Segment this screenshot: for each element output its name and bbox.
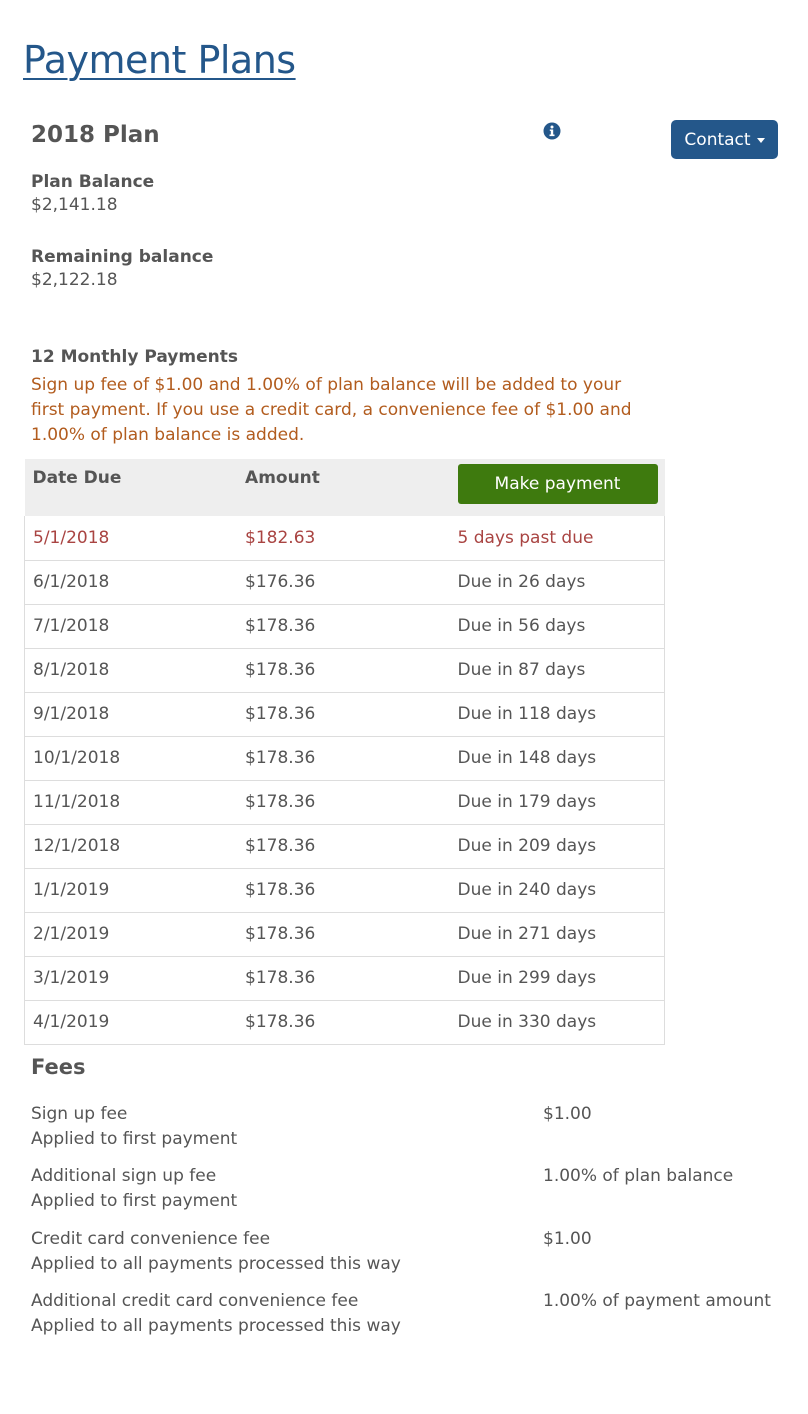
cell-date: 5/1/2018 [33, 527, 110, 548]
cell-date: 3/1/2019 [24, 955, 238, 1000]
cell-date: 8/1/2018 [24, 647, 238, 692]
remaining-balance-value: $2,122.18 [31, 270, 118, 290]
cell-amount: $178.36 [237, 955, 450, 1000]
cell-status: Due in 299 days [449, 955, 665, 1000]
table-row: 1/1/2019 $178.36 Due in 240 days [24, 867, 665, 912]
remaining-balance-label: Remaining balance [31, 247, 214, 267]
header-action: Make payment [450, 459, 665, 516]
cell-date: 12/1/2018 [24, 823, 238, 868]
fee-row: Sign up fee Applied to first payment $1.00 [31, 1102, 791, 1152]
table-row: 12/1/2018 $178.36 Due in 209 days [24, 823, 665, 868]
fee-name: Sign up fee [31, 1104, 128, 1124]
cell-date: 6/1/2018 [24, 559, 238, 604]
cell-amount: $176.36 [237, 559, 450, 604]
cell-status: Due in 148 days [449, 735, 665, 780]
cell-date: 9/1/2018 [24, 691, 238, 736]
fee-amount: 1.00% of payment amount [543, 1291, 771, 1311]
page-title[interactable]: Payment Plans [23, 38, 296, 82]
table-row: 8/1/2018 $178.36 Due in 87 days [24, 647, 665, 692]
fee-name: Credit card convenience fee [31, 1229, 271, 1249]
table-row: 9/1/2018 $178.36 Due in 118 days [24, 691, 665, 736]
contact-button[interactable]: Contact [671, 120, 778, 159]
cell-date: 11/1/2018 [24, 779, 238, 824]
fee-amount: $1.00 [543, 1104, 592, 1124]
cell-amount: $178.36 [237, 647, 450, 692]
header-date-due: Date Due [32, 468, 122, 488]
cell-status: 5 days past due [457, 527, 594, 548]
cell-amount: $178.36 [237, 779, 450, 824]
cell-date: 2/1/2019 [24, 911, 238, 956]
cell-amount: $178.36 [237, 735, 450, 780]
fee-note: Applied to all payments processed this w… [31, 1316, 401, 1336]
cell-status: Due in 118 days [449, 691, 665, 736]
fee-note: Applied to first payment [31, 1191, 238, 1211]
table-row: 5/1/2018 $182.63 5 days past due [24, 516, 665, 560]
table-row: 10/1/2018 $178.36 Due in 148 days [24, 735, 665, 780]
make-payment-button[interactable]: Make payment [457, 464, 658, 504]
fee-row: Additional sign up fee Applied to first p… [31, 1164, 791, 1214]
cell-status: Due in 209 days [449, 823, 665, 868]
table-row: 11/1/2018 $178.36 Due in 179 days [24, 779, 665, 824]
fee-row: Credit card convenience fee Applied to al… [31, 1227, 791, 1277]
cell-status: Due in 271 days [449, 911, 665, 956]
fee-note: Applied to first payment [31, 1129, 238, 1149]
cell-status: Due in 330 days [449, 999, 665, 1044]
schedule-body: 5/1/2018 $182.63 5 days past due 6/1/2018 $1… [24, 516, 665, 1044]
plan-balance-label: Plan Balance [31, 172, 155, 192]
table-row: 4/1/2019 $178.36 Due in 330 days [24, 999, 665, 1044]
cell-amount: $178.36 [237, 691, 450, 736]
cell-date: 1/1/2019 [24, 867, 238, 912]
cell-status: Due in 56 days [449, 603, 665, 648]
caret-down-icon [756, 138, 765, 143]
cell-amount: $182.63 [245, 527, 316, 548]
table-row: 7/1/2018 $178.36 Due in 56 days [24, 603, 665, 648]
cell-date: 10/1/2018 [24, 735, 238, 780]
cell-status: Due in 26 days [449, 559, 665, 604]
remaining-balance: Remaining balance $2,122.18 [31, 247, 213, 290]
fee-amount: $1.00 [543, 1229, 592, 1249]
cell-amount: $178.36 [237, 999, 450, 1044]
fee-notice: Sign up fee of $1.00 and 1.00% of plan b… [31, 375, 632, 445]
cell-amount: $178.36 [237, 823, 450, 868]
fee-note: Applied to all payments processed this w… [31, 1254, 401, 1274]
cell-date: 4/1/2019 [24, 999, 238, 1044]
contact-button-label: Contact [684, 129, 751, 150]
plan-balance: Plan Balance $2,141.18 [31, 172, 154, 215]
plan-name: 2018 Plan [31, 122, 160, 148]
payments-count-label: 12 Monthly Payments [31, 347, 238, 367]
cell-status: Due in 240 days [449, 867, 665, 912]
cell-status: Due in 179 days [449, 779, 665, 824]
fee-amount: 1.00% of plan balance [543, 1166, 734, 1186]
cell-amount: $178.36 [237, 867, 450, 912]
table-row: 3/1/2019 $178.36 Due in 299 days [24, 955, 665, 1000]
cell-status: Due in 87 days [449, 647, 665, 692]
plan-balance-value: $2,141.18 [31, 195, 118, 215]
header-amount: Amount [245, 468, 320, 488]
fee-row: Additional credit card convenience fee Ap… [31, 1289, 791, 1339]
table-row: 2/1/2019 $178.36 Due in 271 days [24, 911, 665, 956]
cell-date: 7/1/2018 [24, 603, 238, 648]
cell-amount: $178.36 [237, 911, 450, 956]
table-header-row: Date Due Amount Make payment [24, 459, 665, 516]
table-row: 6/1/2018 $176.36 Due in 26 days [24, 559, 665, 604]
payment-schedule-table: Date Due Amount Make payment 5/1/2018 $18… [24, 459, 665, 1045]
fees-title: Fees [31, 1055, 86, 1079]
cell-amount: $178.36 [237, 603, 450, 648]
info-icon[interactable] [543, 122, 561, 140]
